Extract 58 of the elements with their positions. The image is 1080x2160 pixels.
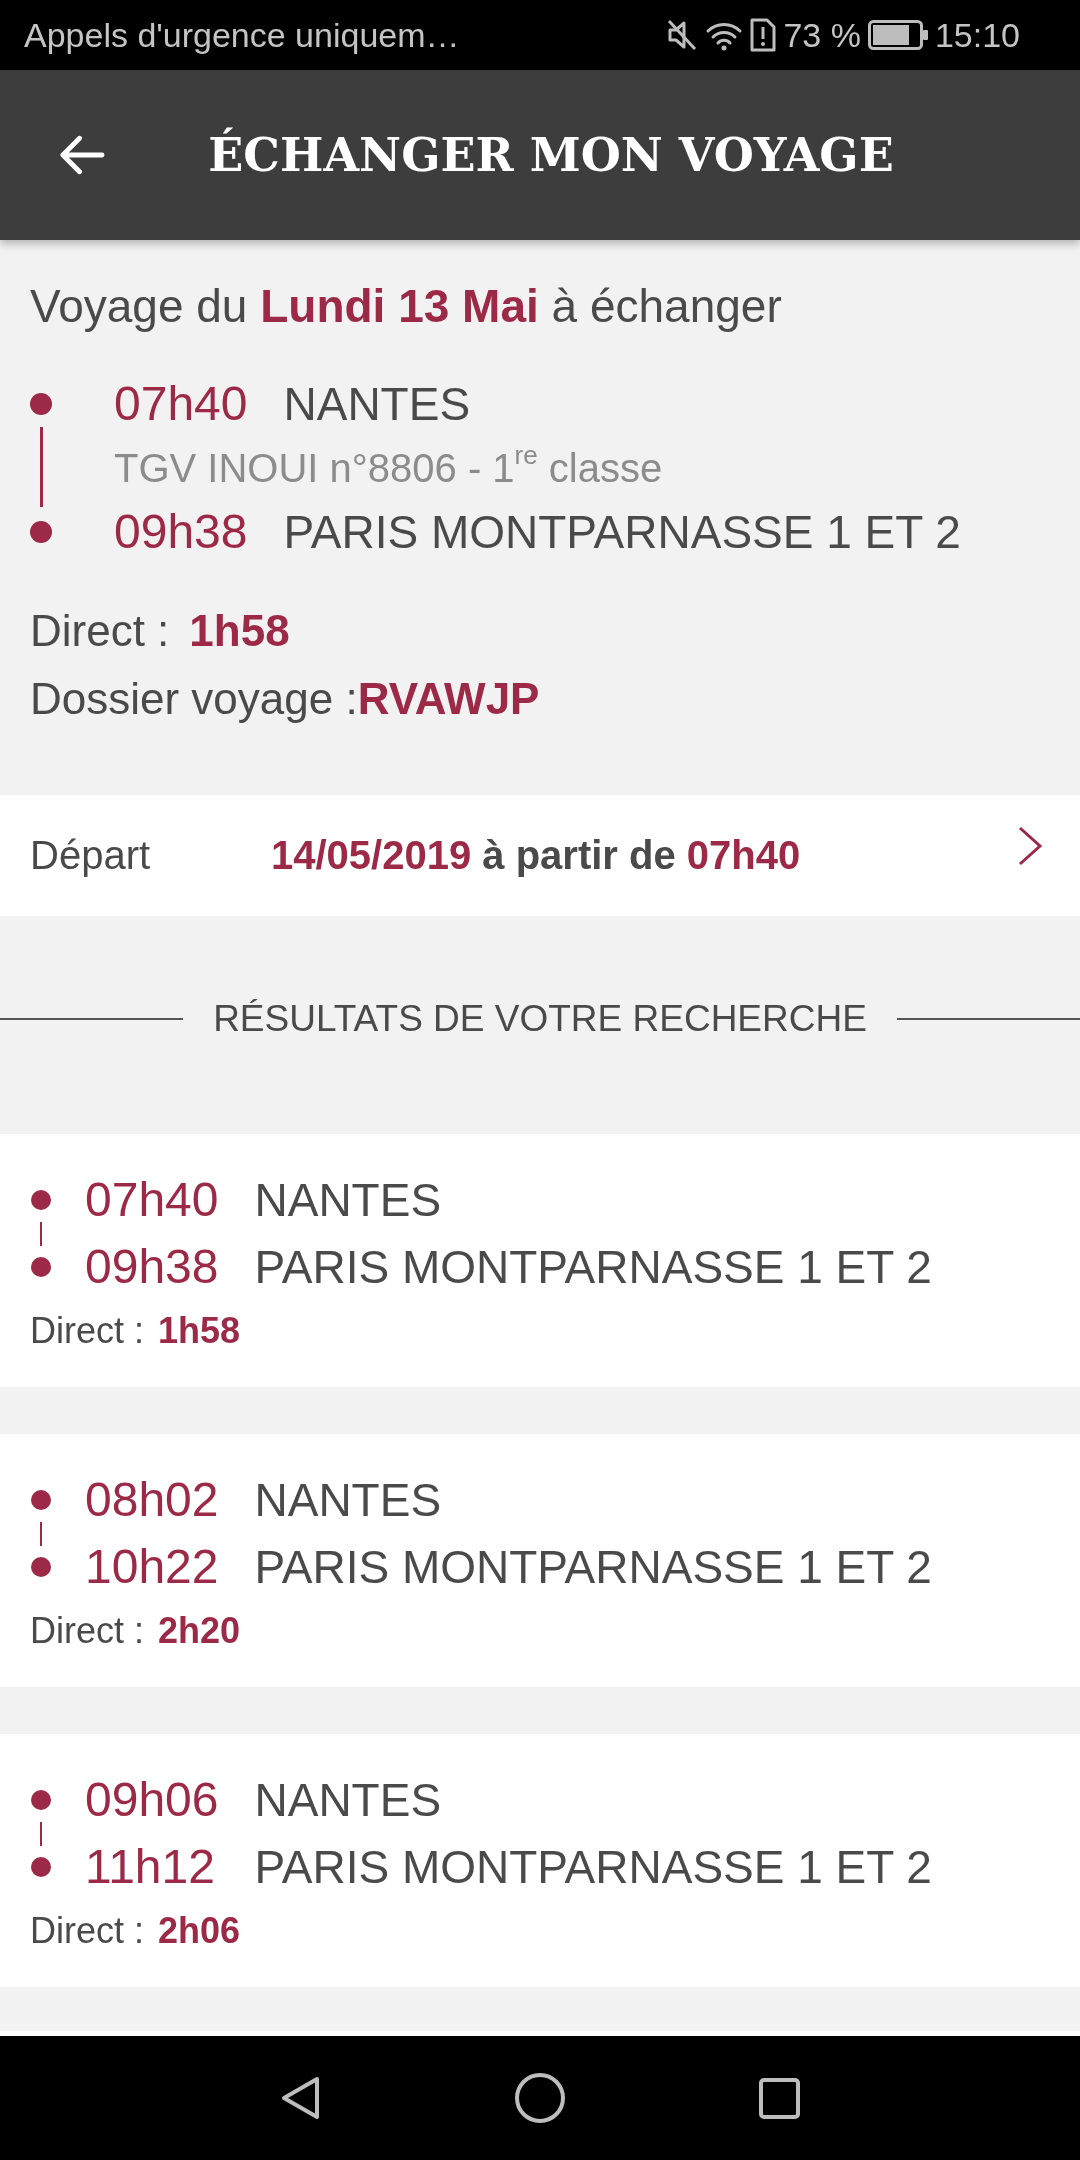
station-name: NANTES <box>254 1173 442 1228</box>
stop-time: 10h22 <box>85 1538 219 1595</box>
station-name: NANTES <box>254 1473 442 1528</box>
speaker-muted-icon <box>666 18 699 52</box>
battery-percent: 73 % <box>783 15 861 55</box>
direct-label: Direct : <box>30 605 170 657</box>
trip-duration: 1h58 <box>189 605 290 657</box>
timeline-dot-icon <box>31 1790 51 1810</box>
stop-time: 09h38 <box>114 504 248 560</box>
direct-label: Direct : <box>30 1909 144 1953</box>
recents-icon[interactable] <box>759 2077 800 2119</box>
home-icon[interactable] <box>515 2073 565 2123</box>
battery-icon <box>867 20 928 50</box>
stop-time: 09h06 <box>85 1772 219 1828</box>
timeline-dot-icon <box>31 1556 51 1577</box>
booking-reference: RVAWJP <box>357 673 540 725</box>
section-title: RÉSULTATS DE VOTRE RECHERCHE <box>213 998 867 1040</box>
result-card[interactable]: 09h06 NANTES 11h12 PARIS MONTPARNASSE 1 ET 2 Direct : 2h06 <box>0 1734 1080 1987</box>
notification-text: Appels d'urgence uniquem… <box>24 15 460 55</box>
stop-time: 07h40 <box>85 1172 219 1228</box>
trip-duration: 2h20 <box>158 1609 241 1653</box>
station-name: PARIS MONTPARNASSE 1 ET 2 <box>254 1839 932 1895</box>
timeline-dot-icon <box>31 1256 51 1277</box>
booking-reference-label: Dossier voyage : <box>30 673 358 725</box>
timeline-connector <box>40 1821 42 1846</box>
stop-time: 11h12 <box>85 1838 216 1895</box>
sim-card-alert-icon <box>750 18 777 52</box>
trip-duration: 1h58 <box>158 1309 241 1353</box>
timeline-dot-icon <box>30 521 52 543</box>
station-name: PARIS MONTPARNASSE 1 ET 2 <box>254 1239 932 1295</box>
trip-heading: Voyage du Lundi 13 Mai à échanger <box>30 279 783 334</box>
direct-label: Direct : <box>30 1609 144 1653</box>
timeline-connector <box>40 1521 42 1546</box>
arrow-left-icon[interactable] <box>58 135 105 175</box>
station-name: NANTES <box>283 377 471 432</box>
stop-time: 07h40 <box>114 376 248 432</box>
result-card[interactable]: 07h40 NANTES 09h38 PARIS MONTPARNASSE 1 ET 2 Direct : 1h58 <box>0 1134 1080 1387</box>
station-name: PARIS MONTPARNASSE 1 ET 2 <box>283 505 961 560</box>
stop-time: 09h38 <box>85 1238 219 1295</box>
clock-time: 15:10 <box>934 15 1020 55</box>
train-info: TGV INOUI n°8806 - 1$^{re}$ classe <box>114 438 663 492</box>
result-card[interactable]: 08h02 NANTES 10h22 PARIS MONTPARNASSE 1 ET 2 Direct : 2h20 <box>0 1434 1080 1687</box>
screen-title: ÉCHANGER MON VOYAGE <box>208 126 894 184</box>
direct-label: Direct : <box>30 1309 144 1353</box>
departure-row[interactable]: Départ 14/05/2019 à partir de 07h40 <box>0 795 1080 916</box>
trip-duration: 2h06 <box>158 1909 241 1953</box>
chevron-right-icon <box>1017 826 1043 866</box>
departure-label: Départ <box>30 833 152 878</box>
timeline-dot-icon <box>30 393 52 415</box>
station-name: PARIS MONTPARNASSE 1 ET 2 <box>254 1539 932 1595</box>
back-icon[interactable] <box>280 2075 321 2121</box>
timeline-dot-icon <box>31 1490 51 1510</box>
station-name: NANTES <box>254 1773 442 1828</box>
timeline-dot-icon <box>31 1190 51 1210</box>
timeline-dot-icon <box>31 1856 51 1877</box>
timeline-connector <box>40 1221 42 1246</box>
stop-time: 08h02 <box>85 1472 219 1528</box>
departure-value: 14/05/2019 à partir de 07h40 <box>271 833 801 878</box>
